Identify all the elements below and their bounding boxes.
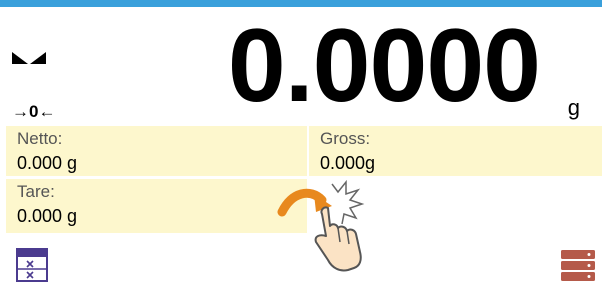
top-status-bar (0, 0, 602, 7)
weight-unit[interactable]: g (568, 95, 580, 121)
netto-value: 0.000 g (17, 153, 78, 173)
stable-indicator-icon (12, 52, 46, 64)
main-weight-value: 0.0000 (227, 8, 541, 124)
tare-field[interactable]: Tare: 0.000 g (6, 179, 307, 233)
tap-hand-icon (277, 179, 365, 272)
netto-field[interactable]: Netto: 0.000 g (6, 126, 307, 176)
tare-value: 0.000 g (17, 206, 78, 226)
database-icon[interactable] (560, 248, 596, 284)
tare-database-icon[interactable] (16, 248, 48, 282)
gross-label: Gross: (320, 129, 371, 148)
netto-label: Netto: (17, 129, 63, 148)
tare-label: Tare: (17, 182, 55, 201)
zero-indicator: →0← (12, 102, 56, 121)
weighing-display: →0← 0.0000 g (0, 7, 602, 125)
gross-value: 0.000g (320, 153, 376, 173)
gross-field[interactable]: Gross: 0.000g (309, 126, 602, 176)
